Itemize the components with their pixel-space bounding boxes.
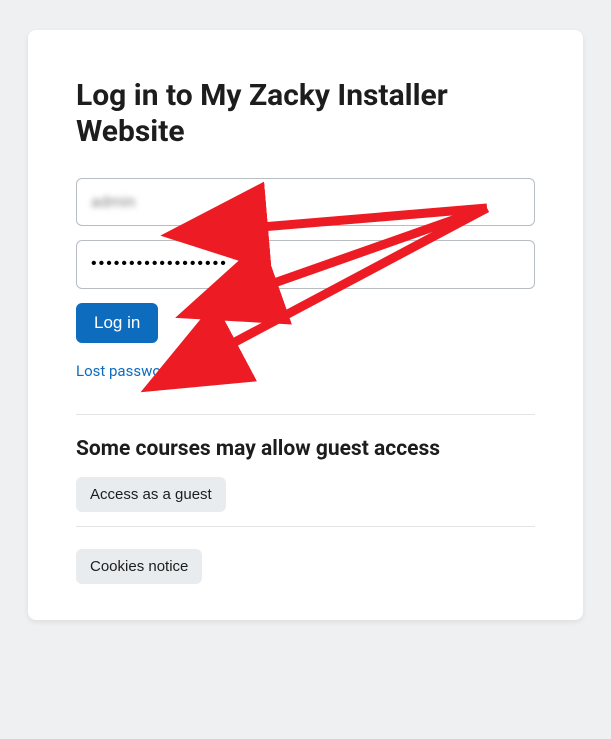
- username-field[interactable]: admin: [76, 178, 535, 226]
- guest-heading: Some courses may allow guest access: [76, 437, 535, 461]
- guest-access-button[interactable]: Access as a guest: [76, 477, 226, 512]
- login-form: admin •••••••••••••••••• Log in Lost pas…: [76, 178, 535, 400]
- password-value: ••••••••••••••••••: [91, 255, 228, 272]
- cookies-section: Cookies notice: [76, 549, 535, 584]
- divider: [76, 526, 535, 527]
- login-card: Log in to My Zacky Installer Website adm…: [28, 30, 583, 620]
- username-value: admin: [91, 192, 135, 211]
- divider: [76, 414, 535, 415]
- password-field[interactable]: ••••••••••••••••••: [76, 240, 535, 288]
- guest-section: Some courses may allow guest access Acce…: [76, 437, 535, 512]
- login-button[interactable]: Log in: [76, 303, 158, 343]
- cookies-notice-button[interactable]: Cookies notice: [76, 549, 202, 584]
- lost-password-link[interactable]: Lost password?: [76, 362, 181, 380]
- page-title: Log in to My Zacky Installer Website: [76, 78, 535, 150]
